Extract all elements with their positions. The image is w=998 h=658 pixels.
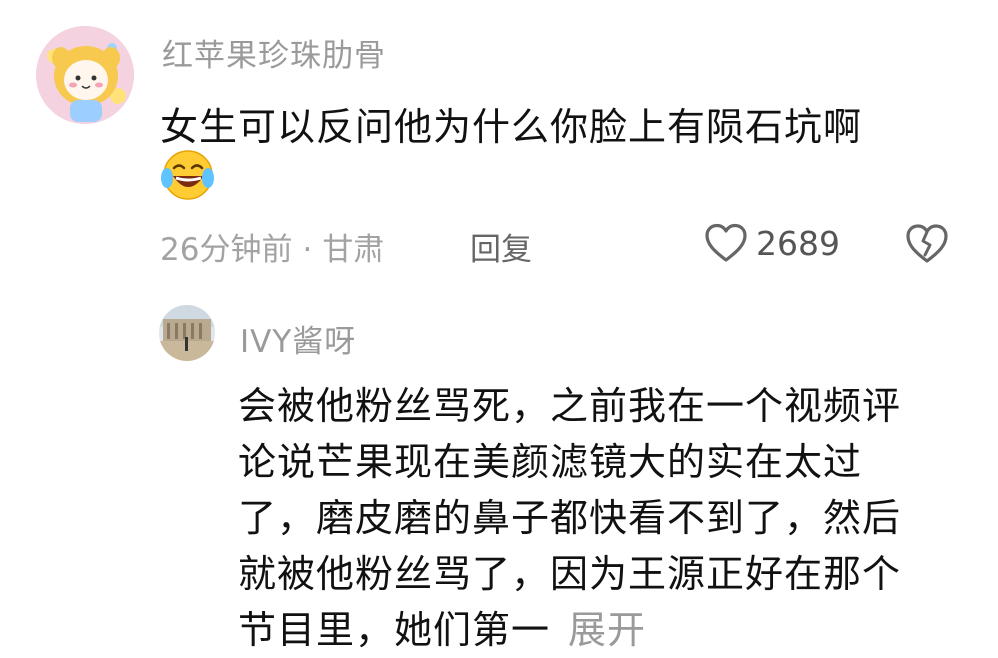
reply-text-line: 论说芒果现在美颜滤镜大的实在太过 <box>238 440 863 484</box>
reply-button[interactable]: 回复 <box>470 224 532 269</box>
reply-text: 会被他粉丝骂死，之前我在一个视频评 论说芒果现在美颜滤镜大的实在太过 了，磨皮磨… <box>238 378 968 658</box>
reply-avatar[interactable] <box>159 305 215 361</box>
comment-location: 甘肃 <box>322 232 385 268</box>
reply-username[interactable]: IVY酱呀 <box>240 316 356 361</box>
meta-separator: · <box>302 232 313 268</box>
like-count: 2689 <box>756 223 840 263</box>
dislike-button[interactable] <box>904 221 950 265</box>
comment-username[interactable]: 红苹果珍珠肋骨 <box>162 30 386 75</box>
laughing-crying-emoji-icon <box>158 148 216 202</box>
comment-item: 红苹果珍珠肋骨 女生可以反问他为什么你脸上有陨石坑啊 26分钟前 · 甘肃 回复 2… <box>0 0 998 300</box>
avatar[interactable] <box>36 26 134 124</box>
comment-text: 女生可以反问他为什么你脸上有陨石坑啊 <box>160 105 863 149</box>
reply-text-truncated: 节目里，她们第一 <box>238 608 551 652</box>
avatar-cartoon-image <box>36 26 134 124</box>
broken-heart-icon <box>906 224 948 263</box>
reply-text-line: 节目里，她们第一 展开 <box>238 602 968 658</box>
heart-outline-icon <box>705 223 747 262</box>
reply-text-line: 了，磨皮磨的鼻子都快看不到了，然后 <box>238 496 902 540</box>
comment-time: 26分钟前 <box>160 232 293 268</box>
like-button[interactable]: 2689 <box>704 220 840 266</box>
avatar-building-photo <box>159 305 215 361</box>
comment-meta: 26分钟前 · 甘肃 <box>160 224 384 269</box>
reply-text-line: 会被他粉丝骂死，之前我在一个视频评 <box>238 384 902 428</box>
expand-link[interactable]: 展开 <box>568 608 646 652</box>
reply-text-line: 就被他粉丝骂了，因为王源正好在那个 <box>238 552 902 596</box>
